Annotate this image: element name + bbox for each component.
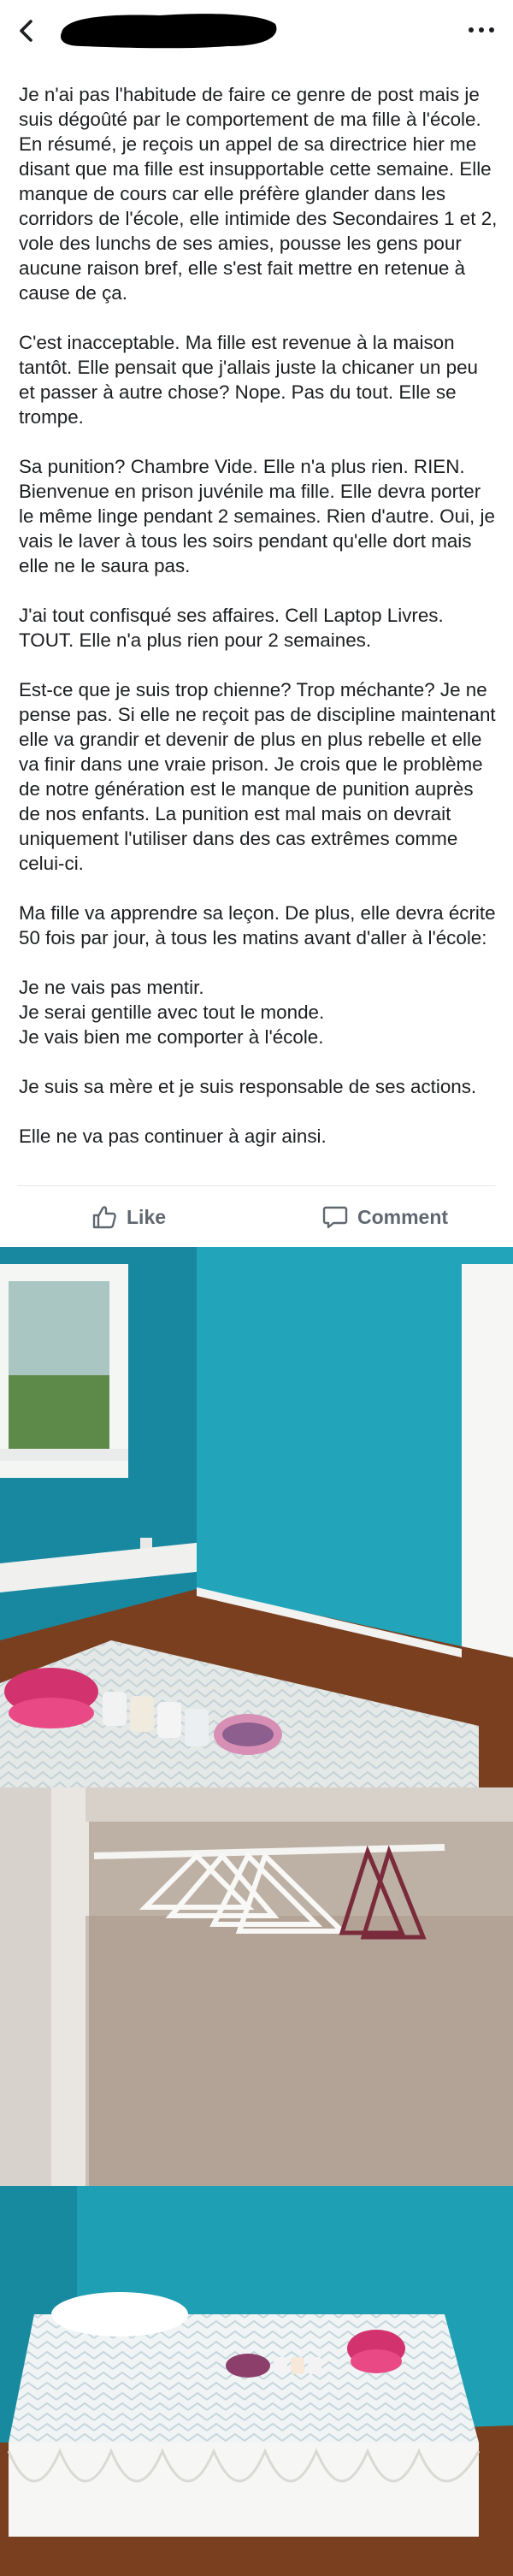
photo-empty-bedroom[interactable] <box>0 1247 513 1787</box>
comment-bubble-icon <box>322 1206 348 1229</box>
post-paragraph: Je n'ai pas l'habitude de faire ce genre… <box>19 84 498 304</box>
post-body: Je n'ai pas l'habitude de faire ce genre… <box>19 82 498 1149</box>
like-button[interactable]: Like <box>91 1187 166 1247</box>
post-header <box>0 0 513 60</box>
redacted-author-name <box>61 14 277 49</box>
divider <box>17 1185 496 1186</box>
post-paragraph: C'est inacceptable. Ma fille est revenue… <box>19 332 479 428</box>
thumbs-up-icon <box>92 1206 116 1229</box>
photo-empty-closet[interactable] <box>0 1787 513 2186</box>
photo-bed[interactable] <box>0 2186 513 2576</box>
like-label: Like <box>127 1205 167 1228</box>
comment-button[interactable]: Comment <box>321 1187 448 1247</box>
post-paragraph: Est-ce que je suis trop chienne? Trop mé… <box>19 679 496 874</box>
comment-label: Comment <box>357 1205 449 1228</box>
post-paragraph: Je ne vais pas mentir. Je serai gentille… <box>19 977 325 1048</box>
chevron-left-icon[interactable] <box>15 19 39 43</box>
more-options-icon[interactable] <box>469 26 494 34</box>
post-paragraph: J'ai tout confisqué ses affaires. Cell L… <box>19 605 444 651</box>
post-paragraph: Sa punition? Chambre Vide. Elle n'a plus… <box>19 456 495 576</box>
post-paragraph: Elle ne va pas continuer à agir ainsi. <box>19 1126 327 1147</box>
post-paragraph: Je suis sa mère et je suis responsable d… <box>19 1076 477 1097</box>
post-paragraph: Ma fille va apprendre sa leçon. De plus,… <box>19 902 496 948</box>
post-actions: Like Comment <box>0 1187 513 1247</box>
